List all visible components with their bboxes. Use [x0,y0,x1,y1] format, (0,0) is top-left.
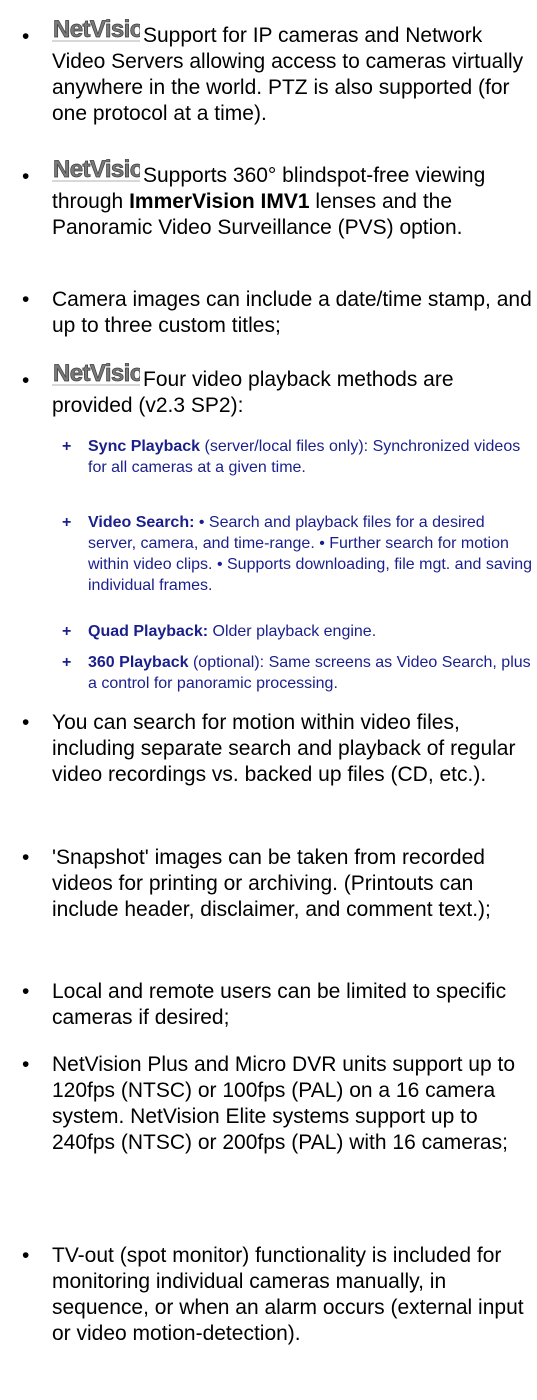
item-bold-text: ImmerVision IMV1 [129,190,310,213]
playback-method-item: + Sync Playback (server/local files only… [62,436,533,478]
list-item: • Four video playback methods are provid… [22,352,534,419]
list-item: • TV-out (spot monitor) functionality is… [22,1243,534,1347]
playback-method-item: + 360 Playback (optional): Same screens … [62,652,533,694]
list-item: • 'Snapshot' images can be taken from re… [22,845,534,923]
bullet: • [22,1053,30,1076]
item-text: Local and remote users can be limited to… [52,980,507,1029]
item-text: Camera images can include a date/time st… [52,288,532,337]
bullet: • [22,1244,30,1267]
plus-icon: + [62,654,72,671]
feature-list: • Support for IP cameras and Network Vid… [0,0,537,1400]
plus-icon: + [62,438,72,455]
plus-icon: + [62,514,72,531]
bullet: • [22,711,30,734]
list-item: • You can search for motion within video… [22,710,534,788]
list-item: • Local and remote users can be limited … [22,979,534,1031]
playback-method-item: + Video Search: • Search and playback fi… [62,512,533,596]
item-text: TV-out (spot monitor) functionality is i… [52,1244,524,1345]
item-text: 'Snapshot' images can be taken from reco… [52,846,491,921]
bullet: • [22,369,30,392]
bullet: • [22,980,30,1003]
playback-method-item: + Quad Playback: Older playback engine. [62,621,533,642]
netvision-logo [52,152,140,186]
bullet: • [22,288,30,311]
method-text: Older playback engine. [208,623,377,640]
item-text: You can search for motion within video f… [52,711,516,786]
plus-icon: + [62,623,72,640]
bullet: • [22,846,30,869]
method-name: 360 Playback [88,654,189,671]
method-name: Video Search: [88,514,195,531]
netvision-logo [52,356,140,390]
bullet: • [22,25,30,48]
list-item: • NetVision Plus and Micro DVR units sup… [22,1052,534,1156]
list-item: • Camera images can include a date/time … [22,287,534,339]
list-item: • Supports 360° blindspot-free viewing t… [22,148,534,241]
netvision-logo [52,12,140,46]
method-name: Quad Playback: [88,623,209,640]
item-text: NetVision Plus and Micro DVR units suppo… [52,1053,516,1154]
bullet: • [22,165,30,188]
method-name: Sync Playback [88,438,201,455]
list-item: • Support for IP cameras and Network Vid… [22,8,534,127]
